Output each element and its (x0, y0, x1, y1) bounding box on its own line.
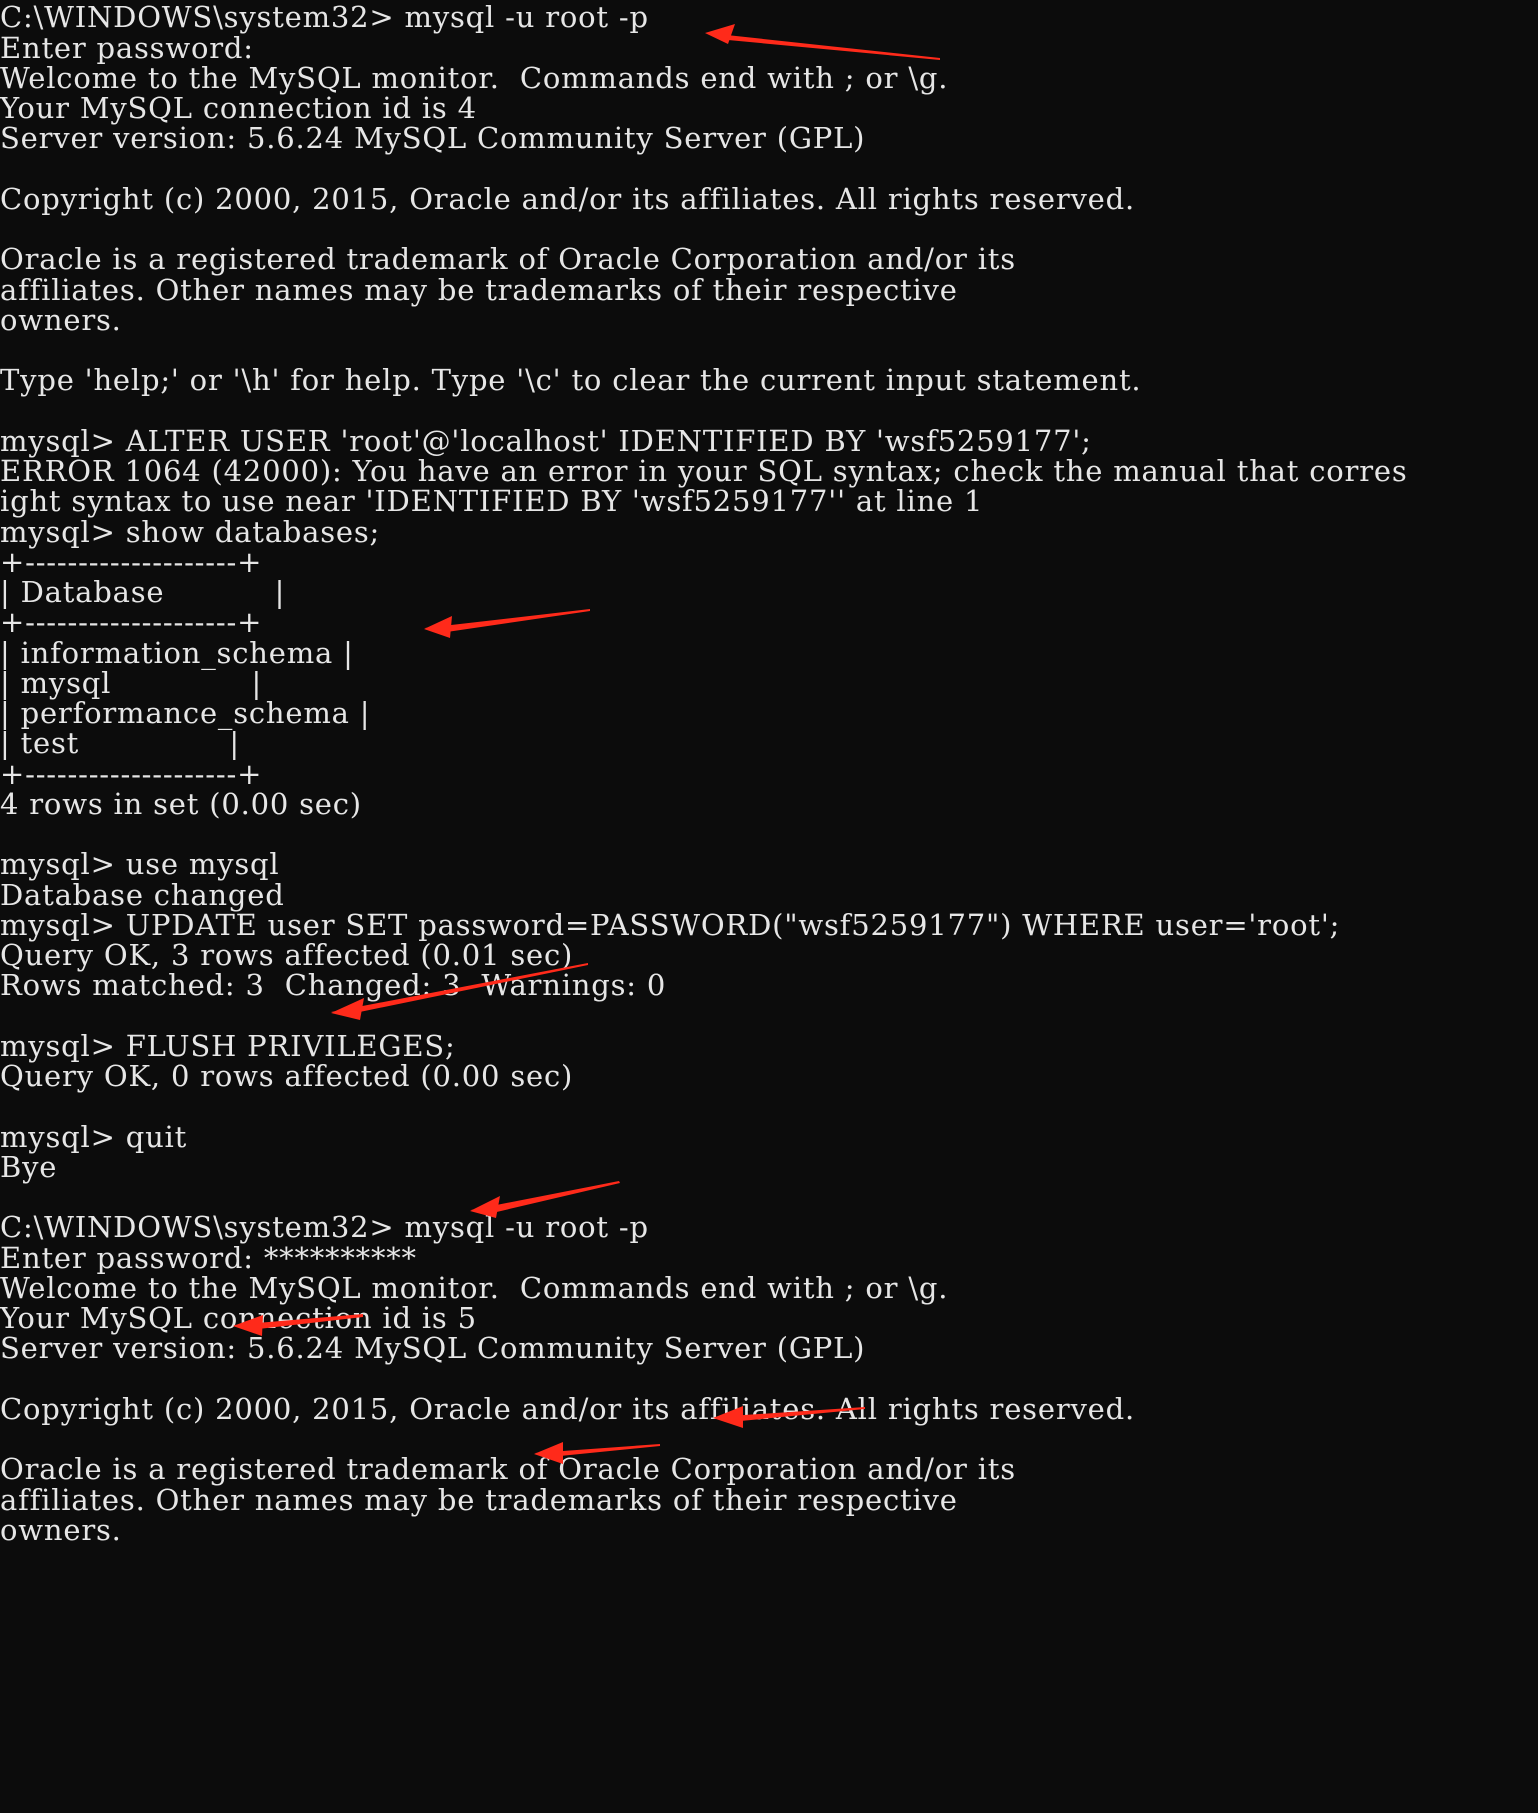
terminal-line: C:\WINDOWS\system32> mysql -u root -p (0, 1210, 649, 1244)
terminal-line: Type 'help;' or '\h' for help. Type '\c'… (0, 363, 1142, 397)
terminal-line: owners. (0, 1513, 122, 1547)
terminal-line: +--------------------+ (0, 605, 263, 639)
terminal-line: C:\WINDOWS\system32> mysql -u root -p (0, 0, 649, 34)
terminal-line: 4 rows in set (0.00 sec) (0, 787, 362, 821)
terminal-line: ight syntax to use near 'IDENTIFIED BY '… (0, 484, 984, 518)
terminal-line: Copyright (c) 2000, 2015, Oracle and/or … (0, 1392, 1136, 1426)
terminal-line: affiliates. Other names may be trademark… (0, 1483, 958, 1517)
terminal-line: affiliates. Other names may be trademark… (0, 273, 958, 307)
terminal-line: | test | (0, 726, 240, 760)
terminal-line: owners. (0, 303, 122, 337)
terminal-line: Query OK, 0 rows affected (0.00 sec) (0, 1059, 574, 1093)
terminal-line: Oracle is a registered trademark of Orac… (0, 1452, 1016, 1486)
terminal-line: Oracle is a registered trademark of Orac… (0, 242, 1016, 276)
terminal-line: Server version: 5.6.24 MySQL Community S… (0, 121, 866, 155)
terminal-window[interactable]: C:\WINDOWS\system32> mysql -u root -p En… (0, 0, 1538, 1813)
terminal-line: Server version: 5.6.24 MySQL Community S… (0, 1331, 866, 1365)
red-arrow-icon (705, 24, 940, 60)
terminal-line: Bye (0, 1150, 58, 1184)
terminal-line: mysql> use mysql (0, 847, 280, 881)
red-arrow-icon (424, 609, 590, 638)
terminal-line: Copyright (c) 2000, 2015, Oracle and/or … (0, 182, 1136, 216)
terminal-line: Rows matched: 3 Changed: 3 Warnings: 0 (0, 968, 667, 1002)
